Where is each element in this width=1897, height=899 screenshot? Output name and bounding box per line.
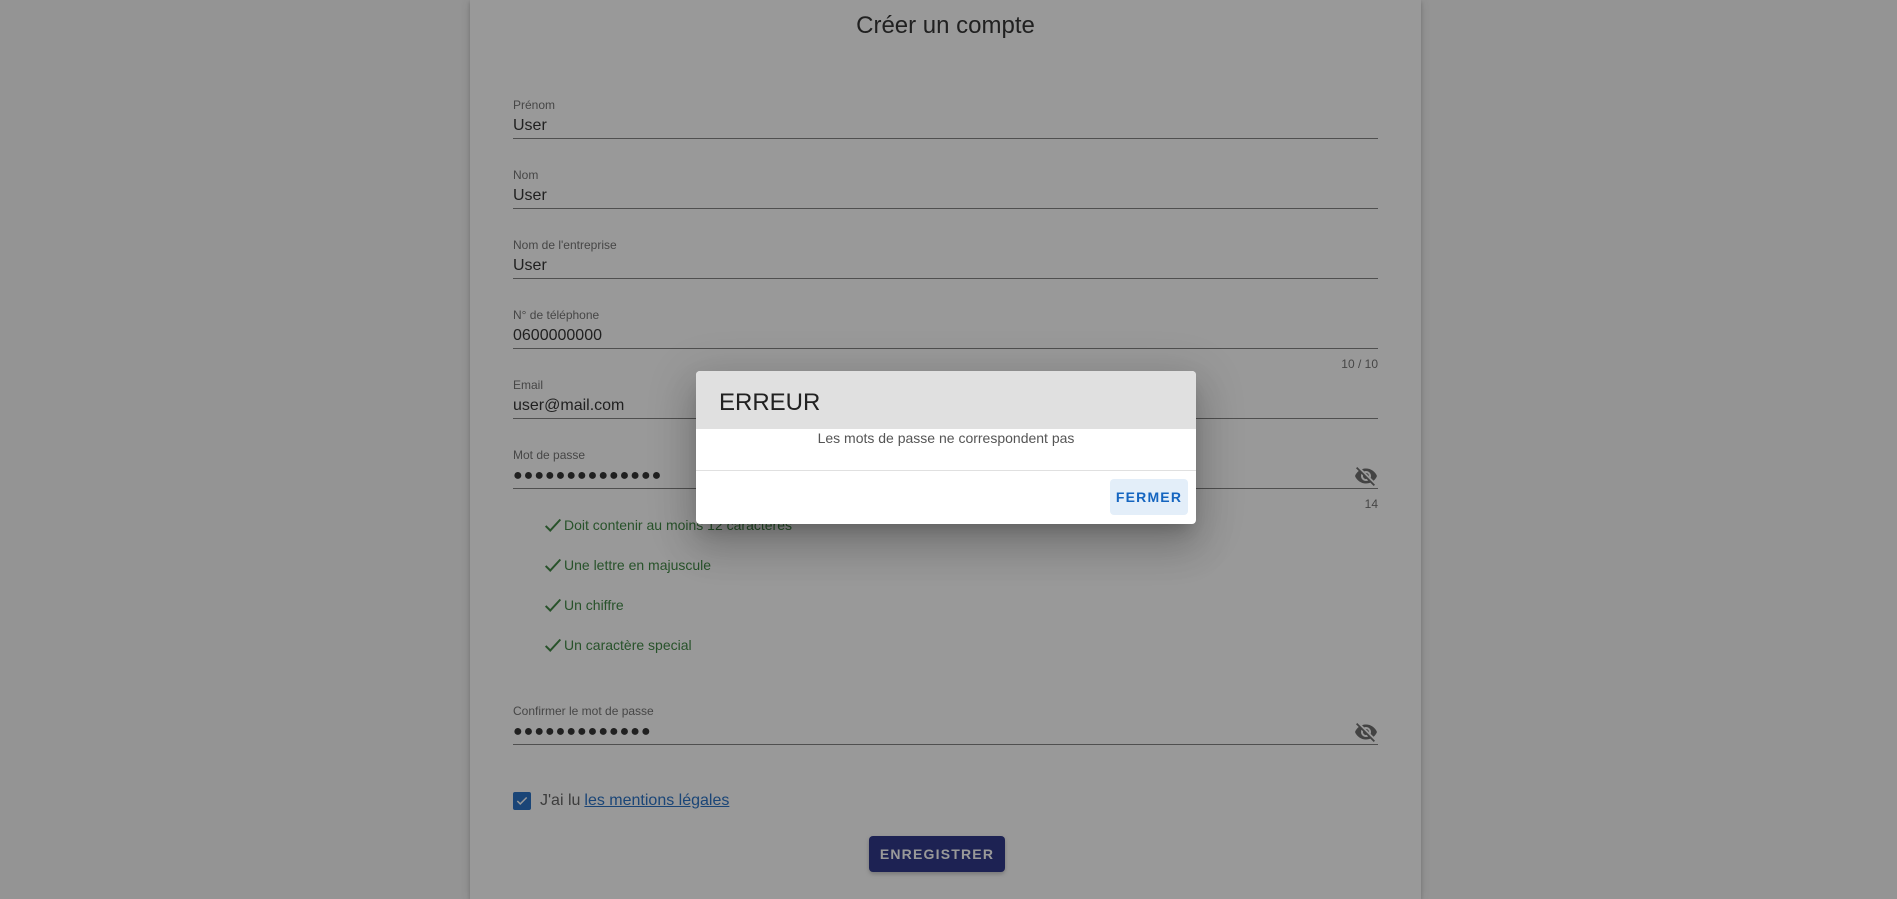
dialog-message: Les mots de passe ne correspondent pas xyxy=(696,429,1196,471)
error-dialog: ERREUR Les mots de passe ne corresponden… xyxy=(696,371,1196,524)
close-button[interactable]: FERMER xyxy=(1110,479,1188,515)
dialog-actions: FERMER xyxy=(696,471,1196,523)
page: Créer un compte Prénom User Nom User Nom… xyxy=(0,0,1897,899)
dialog-title: ERREUR xyxy=(696,371,1196,429)
